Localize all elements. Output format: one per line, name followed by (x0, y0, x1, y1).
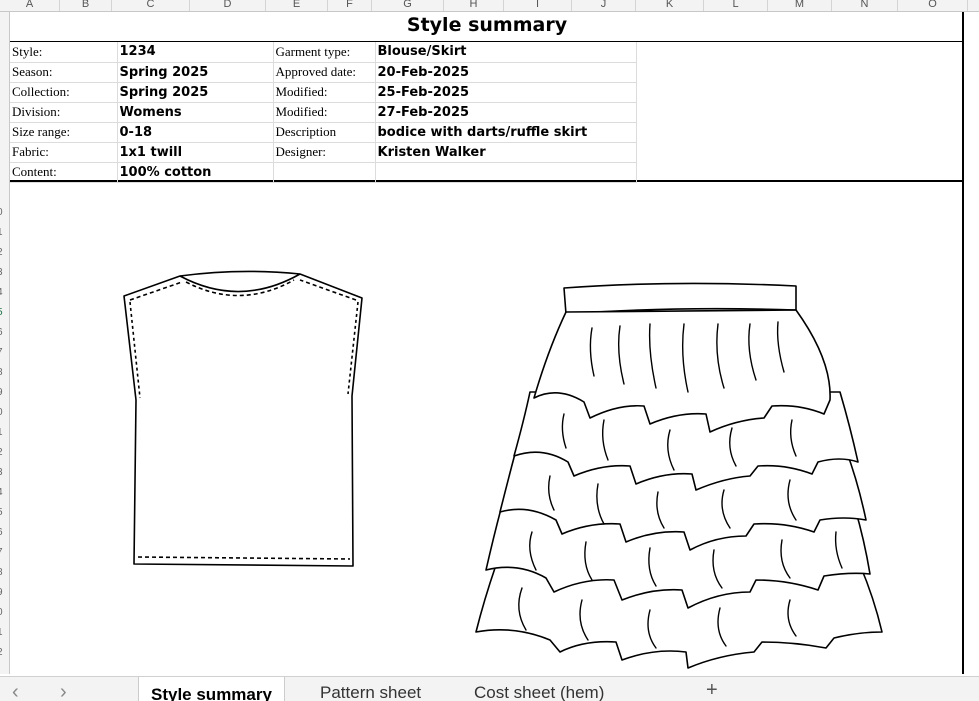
modified-label[interactable]: Modified: (273, 82, 376, 103)
chevron-left-icon[interactable]: ‹ (12, 681, 19, 701)
blouse-sketch[interactable] (120, 270, 370, 570)
column-header-b[interactable]: B (60, 0, 112, 11)
info-row: Content: 100% cotton (10, 162, 637, 183)
sheet-title[interactable]: Style summary (10, 14, 964, 36)
column-header-o[interactable]: O (898, 0, 968, 11)
modified-value[interactable]: 27-Feb-2025 (375, 102, 637, 123)
sheet-tab-bar: ‹ › Style summary Pattern sheet Cost she… (0, 676, 979, 701)
approved-date-value[interactable]: 20-Feb-2025 (375, 62, 637, 83)
row-header[interactable]: 9 (0, 587, 3, 599)
row-header[interactable]: 3 (0, 467, 3, 479)
content-value[interactable]: 100% cotton (117, 162, 274, 183)
ruffle-skirt-sketch[interactable] (474, 280, 894, 675)
info-row: Fabric: 1x1 twill Designer: Kristen Walk… (10, 142, 637, 163)
tab-cost-sheet[interactable]: Cost sheet (hem) (474, 683, 604, 701)
column-header-j[interactable]: J (572, 0, 636, 11)
garment-type-label[interactable]: Garment type: (273, 42, 376, 63)
right-border (962, 12, 964, 674)
style-label[interactable]: Style: (10, 42, 118, 63)
season-label[interactable]: Season: (10, 62, 118, 83)
row-header[interactable]: 5 (0, 307, 3, 319)
row-header[interactable]: 9 (0, 387, 3, 399)
row-header[interactable]: 4 (0, 487, 3, 499)
worksheet[interactable]: Style summary Style: 1234 Garment type: … (10, 12, 964, 674)
division-label[interactable]: Division: (10, 102, 118, 123)
description-value[interactable]: bodice with darts/ruffle skirt (375, 122, 637, 143)
row-header[interactable]: 5 (0, 507, 3, 519)
info-row: Style: 1234 Garment type: Blouse/Skirt (10, 42, 637, 63)
column-header-g[interactable]: G (372, 0, 444, 11)
empty-cell[interactable] (273, 162, 376, 183)
size-range-value[interactable]: 0-18 (117, 122, 274, 143)
row-header[interactable]: 3 (0, 267, 3, 279)
style-info-table: Style: 1234 Garment type: Blouse/Skirt S… (10, 42, 637, 183)
row-header[interactable]: 8 (0, 567, 3, 579)
row-header[interactable]: 4 (0, 287, 3, 299)
column-header-bar: A B C D E F G H I J K L M N O (0, 0, 979, 12)
column-header-m[interactable]: M (768, 0, 832, 11)
tab-style-summary[interactable]: Style summary (138, 677, 285, 701)
column-header-n[interactable]: N (832, 0, 898, 11)
chevron-right-icon[interactable]: › (60, 681, 67, 701)
column-header-d[interactable]: D (190, 0, 266, 11)
row-header[interactable]: 8 (0, 367, 3, 379)
column-header-i[interactable]: I (504, 0, 572, 11)
description-label[interactable]: Description (273, 122, 376, 143)
modified-value[interactable]: 25-Feb-2025 (375, 82, 637, 103)
designer-value[interactable]: Kristen Walker (375, 142, 637, 163)
garment-type-value[interactable]: Blouse/Skirt (375, 42, 637, 63)
size-range-label[interactable]: Size range: (10, 122, 118, 143)
column-header-a[interactable]: A (0, 0, 60, 11)
tab-pattern-sheet[interactable]: Pattern sheet (320, 683, 421, 701)
row-header[interactable]: 1 (0, 227, 3, 239)
empty-cell[interactable] (375, 162, 637, 183)
column-header-l[interactable]: L (704, 0, 768, 11)
info-row: Collection: Spring 2025 Modified: 25-Feb… (10, 82, 637, 103)
info-row: Division: Womens Modified: 27-Feb-2025 (10, 102, 637, 123)
fabric-value[interactable]: 1x1 twill (117, 142, 274, 163)
row-header[interactable]: 2 (0, 247, 3, 259)
collection-label[interactable]: Collection: (10, 82, 118, 103)
style-value[interactable]: 1234 (117, 42, 274, 63)
row-header[interactable]: 7 (0, 347, 3, 359)
approved-date-label[interactable]: Approved date: (273, 62, 376, 83)
column-header-k[interactable]: K (636, 0, 704, 11)
column-header-f[interactable]: F (328, 0, 372, 11)
division-value[interactable]: Womens (117, 102, 274, 123)
plus-icon[interactable]: + (706, 679, 718, 701)
modified-label[interactable]: Modified: (273, 102, 376, 123)
row-header[interactable]: 1 (0, 427, 3, 439)
row-header[interactable]: 2 (0, 447, 3, 459)
info-row: Size range: 0-18 Description bodice with… (10, 122, 637, 143)
row-header[interactable]: 1 (0, 627, 3, 639)
row-header[interactable]: 0 (0, 407, 3, 419)
row-header[interactable]: 2 (0, 647, 3, 659)
column-header-c[interactable]: C (112, 0, 190, 11)
collection-value[interactable]: Spring 2025 (117, 82, 274, 103)
season-value[interactable]: Spring 2025 (117, 62, 274, 83)
info-row: Season: Spring 2025 Approved date: 20-Fe… (10, 62, 637, 83)
column-header-h[interactable]: H (444, 0, 504, 11)
column-header-e[interactable]: E (266, 0, 328, 11)
row-header[interactable]: 0 (0, 207, 3, 219)
row-header[interactable]: 6 (0, 327, 3, 339)
row-header[interactable]: 7 (0, 547, 3, 559)
designer-label[interactable]: Designer: (273, 142, 376, 163)
row-header[interactable]: 0 (0, 607, 3, 619)
fabric-label[interactable]: Fabric: (10, 142, 118, 163)
row-header-bar: 0 1 2 3 4 5 6 7 8 9 0 1 2 3 4 5 6 7 8 9 … (0, 12, 10, 674)
row-header[interactable]: 6 (0, 527, 3, 539)
content-label[interactable]: Content: (10, 162, 118, 183)
